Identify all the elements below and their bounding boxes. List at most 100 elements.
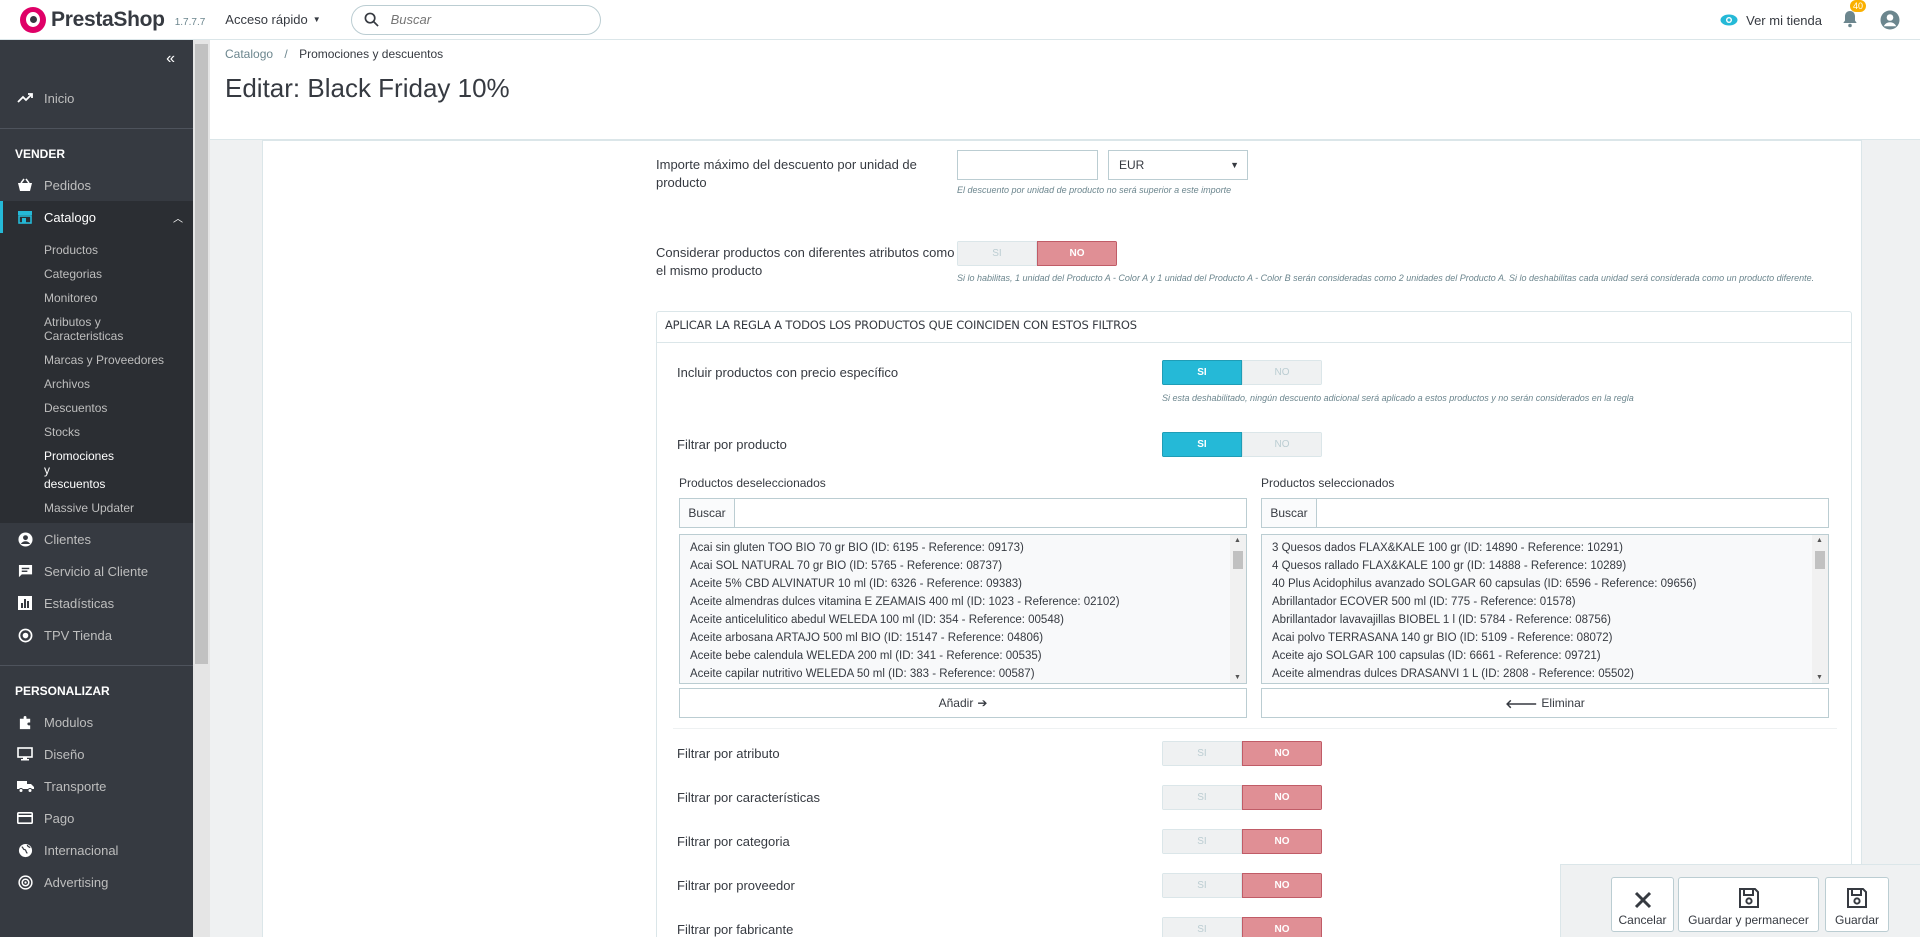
breadcrumb-catalog[interactable]: Catalogo xyxy=(225,47,273,61)
sidebar-sub-discounts[interactable]: Descuentos xyxy=(0,401,193,415)
filter-manufacturer-no[interactable]: NO xyxy=(1242,917,1322,937)
sidebar-item-advertising[interactable]: Advertising xyxy=(0,866,193,898)
unselected-search[interactable]: Buscar xyxy=(679,498,1247,528)
include-specific-yes[interactable]: SI xyxy=(1162,360,1242,385)
max-discount-input[interactable] xyxy=(957,150,1098,180)
scrollbar-thumb[interactable] xyxy=(195,44,208,664)
scroll-down-icon[interactable]: ▼ xyxy=(1816,674,1823,681)
filter-attribute-switch[interactable]: SI NO xyxy=(1162,741,1322,766)
list-item[interactable]: Acai sin gluten TOO BIO 70 gr BIO (ID: 6… xyxy=(690,539,1246,557)
sidebar-sub-stocks[interactable]: Stocks xyxy=(0,425,193,439)
notifications-button[interactable]: 40 xyxy=(1842,0,1867,31)
save-icon xyxy=(1847,888,1867,908)
list-item[interactable]: Acai polvo TERRASANA 140 gr BIO (ID: 510… xyxy=(1272,629,1828,647)
sidebar-sub-files[interactable]: Archivos xyxy=(0,377,193,391)
include-specific-no[interactable]: NO xyxy=(1242,360,1322,385)
list-scrollbar[interactable]: ▲ ▼ xyxy=(1812,535,1828,683)
filter-supplier-no[interactable]: NO xyxy=(1242,873,1322,898)
scroll-down-icon[interactable]: ▼ xyxy=(1234,674,1241,681)
sidebar-item-design[interactable]: Diseño xyxy=(0,738,193,770)
filter-manufacturer-label: Filtrar por fabricante xyxy=(677,922,794,937)
filter-attribute-no[interactable]: NO xyxy=(1242,741,1322,766)
list-item[interactable]: Aceite 5% CBD ALVINATUR 10 ml (ID: 6326 … xyxy=(690,575,1246,593)
list-item[interactable]: Aceite arbosana ARTAJO 500 ml BIO (ID: 1… xyxy=(690,629,1246,647)
sidebar-sub-brands[interactable]: Marcas y Proveedores xyxy=(0,353,193,367)
same-product-yes[interactable]: SI xyxy=(957,241,1037,266)
sidebar-sub-promotions[interactable]: Promociones y descuentos xyxy=(0,449,114,491)
filter-product-no[interactable]: NO xyxy=(1242,432,1322,457)
filter-manufacturer-yes[interactable]: SI xyxy=(1162,917,1242,937)
search-input[interactable] xyxy=(390,12,581,27)
filter-product-yes[interactable]: SI xyxy=(1162,432,1242,457)
list-item[interactable]: 3 Quesos dados FLAX&KALE 100 gr (ID: 148… xyxy=(1272,539,1828,557)
scroll-up-icon[interactable]: ▲ xyxy=(1816,537,1823,544)
filter-attribute-yes[interactable]: SI xyxy=(1162,741,1242,766)
filter-features-switch[interactable]: SI NO xyxy=(1162,785,1322,810)
filter-product-switch[interactable]: SI NO xyxy=(1162,432,1322,457)
unselected-products-list[interactable]: Acai sin gluten TOO BIO 70 gr BIO (ID: 6… xyxy=(679,534,1247,684)
list-item[interactable]: Abrillantador lavavajillas BIOBEL 1 l (I… xyxy=(1272,611,1828,629)
list-item[interactable]: Aceite capilar nutritivo WELEDA 50 ml (I… xyxy=(690,665,1246,683)
list-item[interactable]: Aceite ajo SOLGAR 100 capsulas (ID: 6661… xyxy=(1272,647,1828,665)
list-item[interactable]: Aceite almendras dulces DRASANVI 1 L (ID… xyxy=(1272,665,1828,683)
list-item[interactable]: Aceite anticelulitico abedul WELEDA 100 … xyxy=(690,611,1246,629)
same-product-help: Si lo habilitas, 1 unidad del Producto A… xyxy=(957,273,1815,283)
include-specific-switch[interactable]: SI NO xyxy=(1162,360,1322,385)
page-scrollbar[interactable] xyxy=(193,40,210,937)
filters-panel: APLICAR LA REGLA A TODOS LOS PRODUCTOS Q… xyxy=(656,311,1852,937)
list-item[interactable]: 40 Plus Acidophilus avanzado SOLGAR 60 c… xyxy=(1272,575,1828,593)
list-item[interactable]: 4 Quesos rallado FLAX&KALE 100 gr (ID: 1… xyxy=(1272,557,1828,575)
sidebar-sub-monitoring[interactable]: Monitoreo xyxy=(0,291,193,305)
filter-supplier-yes[interactable]: SI xyxy=(1162,873,1242,898)
collapse-sidebar-icon[interactable]: « xyxy=(166,50,175,68)
list-scrollbar[interactable]: ▲ ▼ xyxy=(1230,535,1246,683)
filter-category-no[interactable]: NO xyxy=(1242,829,1322,854)
prestashop-logo[interactable]: PrestaShop 1.7.7.7 xyxy=(20,6,205,33)
filter-manufacturer-switch[interactable]: SI NO xyxy=(1162,917,1322,937)
list-scroll-thumb[interactable] xyxy=(1233,551,1243,569)
sidebar-sub-products[interactable]: Productos xyxy=(0,243,193,257)
selected-products-list[interactable]: 3 Quesos dados FLAX&KALE 100 gr (ID: 148… xyxy=(1261,534,1829,684)
sidebar-sub-attributes[interactable]: Atributos y Caracteristicas xyxy=(0,315,123,343)
sidebar-item-pos[interactable]: TPV Tienda xyxy=(0,619,193,651)
filter-features-no[interactable]: NO xyxy=(1242,785,1322,810)
sidebar-item-catalog[interactable]: Catalogo ︿ xyxy=(0,201,193,233)
user-avatar-icon[interactable] xyxy=(1880,10,1900,30)
quick-access-dropdown[interactable]: Acceso rápido ▼ xyxy=(225,12,320,27)
view-shop-link[interactable]: Ver mi tienda xyxy=(1720,13,1822,28)
sidebar-item-stats[interactable]: Estadísticas xyxy=(0,587,193,619)
sidebar-stats-label: Estadísticas xyxy=(44,595,115,611)
list-item[interactable]: Abrillantador ECOVER 500 ml (ID: 775 - R… xyxy=(1272,593,1828,611)
list-scroll-thumb[interactable] xyxy=(1815,551,1825,569)
scroll-up-icon[interactable]: ▲ xyxy=(1234,537,1241,544)
filter-features-yes[interactable]: SI xyxy=(1162,785,1242,810)
search-box[interactable] xyxy=(350,4,601,35)
currency-select[interactable]: EUR ▼ xyxy=(1108,150,1248,180)
filter-category-yes[interactable]: SI xyxy=(1162,829,1242,854)
filter-supplier-switch[interactable]: SI NO xyxy=(1162,873,1322,898)
sidebar-sub-categories[interactable]: Categorias xyxy=(0,267,193,281)
list-item[interactable]: Aceite bebe calendula WELEDA 200 ml (ID:… xyxy=(690,647,1246,665)
same-product-no[interactable]: NO xyxy=(1037,241,1117,266)
filter-category-switch[interactable]: SI NO xyxy=(1162,829,1322,854)
sidebar-item-modules[interactable]: Modulos xyxy=(0,706,193,738)
add-product-button[interactable]: Añadir ➔ xyxy=(679,688,1247,718)
same-product-switch[interactable]: SI NO xyxy=(957,241,1117,266)
sidebar-item-payment[interactable]: Pago xyxy=(0,802,193,834)
sidebar-item-shipping[interactable]: Transporte xyxy=(0,770,193,802)
list-item[interactable]: Acai SOL NATURAL 70 gr BIO (ID: 5765 - R… xyxy=(690,557,1246,575)
list-item[interactable]: Aceite almendras dulces vitamina E ZEAMA… xyxy=(690,593,1246,611)
globe-icon xyxy=(16,843,34,858)
sidebar-item-orders[interactable]: Pedidos xyxy=(0,169,193,201)
sidebar-item-customer-service[interactable]: Servicio al Cliente xyxy=(0,555,193,587)
sidebar-modules-label: Modulos xyxy=(44,714,94,730)
sidebar-sub-massive-updater[interactable]: Massive Updater xyxy=(0,501,193,515)
sidebar-item-home[interactable]: Inicio xyxy=(0,82,193,114)
sidebar-item-clients[interactable]: Clientes xyxy=(0,523,193,555)
sidebar-item-international[interactable]: Internacional xyxy=(0,834,193,866)
save-button[interactable]: Guardar xyxy=(1825,877,1889,932)
selected-search[interactable]: Buscar xyxy=(1261,498,1829,528)
remove-product-button[interactable]: 🡐 Eliminar xyxy=(1261,688,1829,718)
save-and-stay-button[interactable]: Guardar y permanecer xyxy=(1678,877,1819,932)
cancel-button[interactable]: Cancelar xyxy=(1611,877,1674,932)
